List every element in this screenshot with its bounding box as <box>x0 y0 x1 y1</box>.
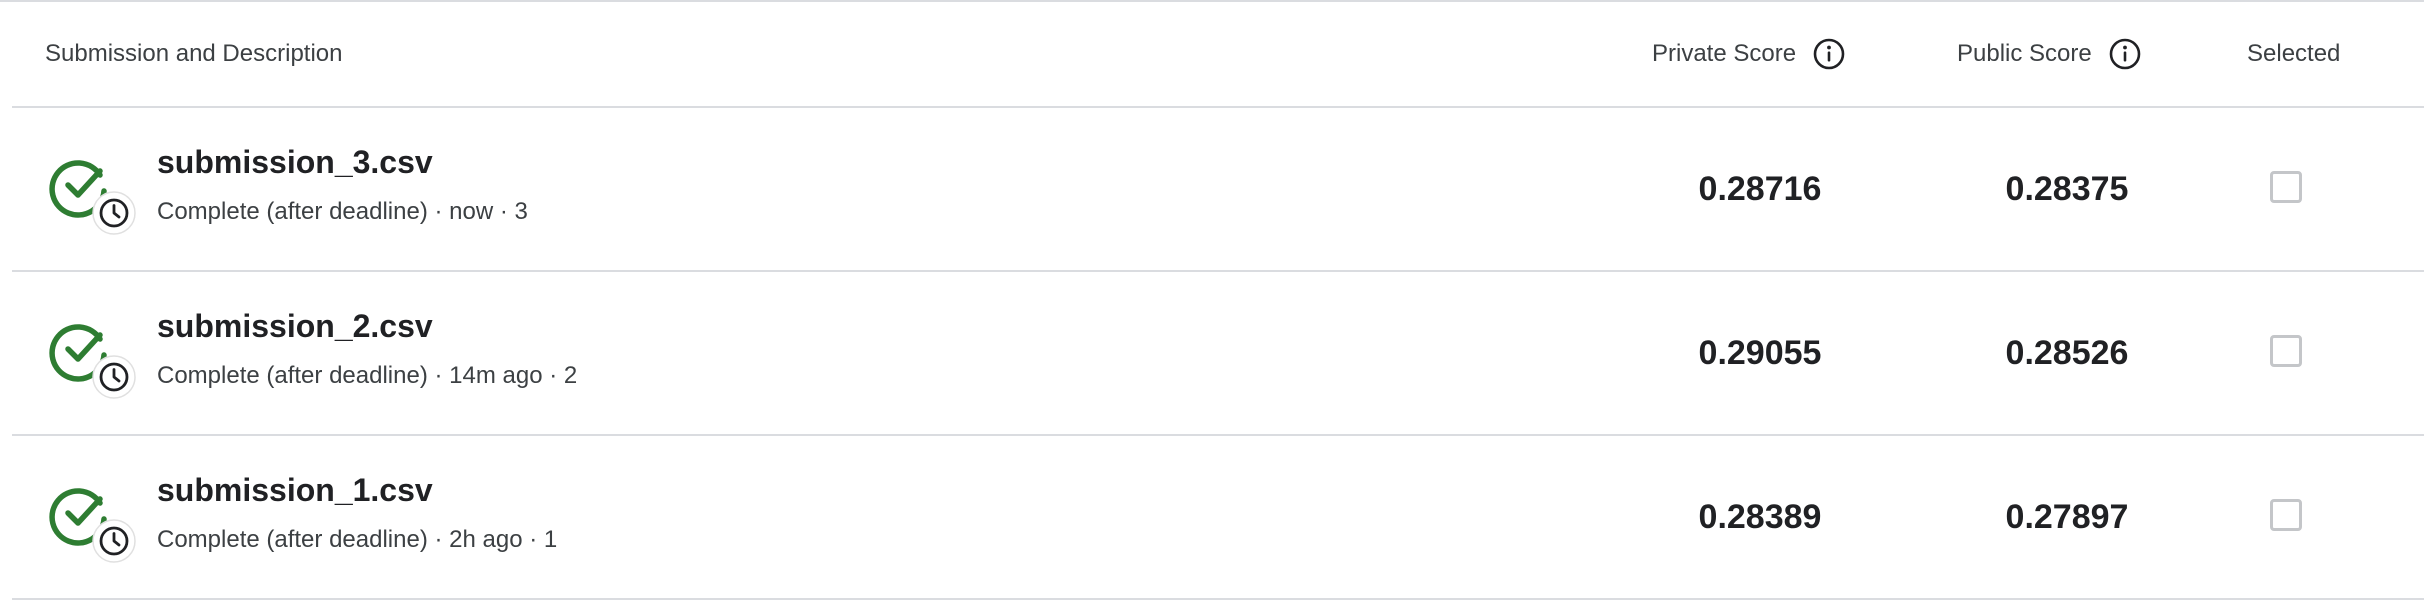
selected-checkbox[interactable] <box>2270 335 2302 367</box>
submission-filename[interactable]: submission_1.csv <box>157 472 433 509</box>
private-score-value: 0.28716 <box>1698 169 1822 208</box>
info-icon[interactable] <box>1812 37 1846 71</box>
submissions-table: Submission and Description Private Score… <box>12 2 2424 600</box>
public-score-value: 0.28526 <box>2005 333 2129 372</box>
column-header-selected-label: Selected <box>2247 40 2341 67</box>
selected-checkbox[interactable] <box>2270 171 2302 203</box>
column-header-private-score-label: Private Score <box>1652 40 1797 67</box>
table-row: submission_2.csv Complete (after deadlin… <box>12 272 2424 436</box>
private-score-value: 0.29055 <box>1698 333 1822 372</box>
check-circle-with-clock-icon <box>48 483 140 563</box>
check-circle-with-clock-icon <box>48 319 140 399</box>
column-header-private-score: Private Score <box>1652 2 1846 106</box>
column-header-description: Submission and Description <box>45 2 342 106</box>
info-icon[interactable] <box>2108 37 2142 71</box>
column-header-public-score-label: Public Score <box>1957 40 2092 67</box>
column-header-description-label: Submission and Description <box>45 40 343 67</box>
table-row: submission_1.csv Complete (after deadlin… <box>12 436 2424 600</box>
submission-meta: Complete (after deadline) · 14m ago · 2 <box>157 362 578 389</box>
private-score-value: 0.28389 <box>1698 497 1822 536</box>
clock-icon <box>92 355 136 399</box>
table-header: Submission and Description Private Score… <box>12 2 2424 108</box>
submission-filename[interactable]: submission_3.csv <box>157 144 433 181</box>
submission-filename[interactable]: submission_2.csv <box>157 308 433 345</box>
clock-icon <box>92 191 136 235</box>
public-score-value: 0.27897 <box>2005 497 2129 536</box>
column-header-public-score: Public Score <box>1957 2 2142 106</box>
check-circle-with-clock-icon <box>48 155 140 235</box>
public-score-value: 0.28375 <box>2005 169 2129 208</box>
column-header-selected: Selected <box>2247 2 2340 106</box>
selected-checkbox[interactable] <box>2270 499 2302 531</box>
submission-meta: Complete (after deadline) · 2h ago · 1 <box>157 526 558 553</box>
clock-icon <box>92 519 136 563</box>
submission-meta: Complete (after deadline) · now · 3 <box>157 198 528 225</box>
table-row: submission_3.csv Complete (after deadlin… <box>12 108 2424 272</box>
